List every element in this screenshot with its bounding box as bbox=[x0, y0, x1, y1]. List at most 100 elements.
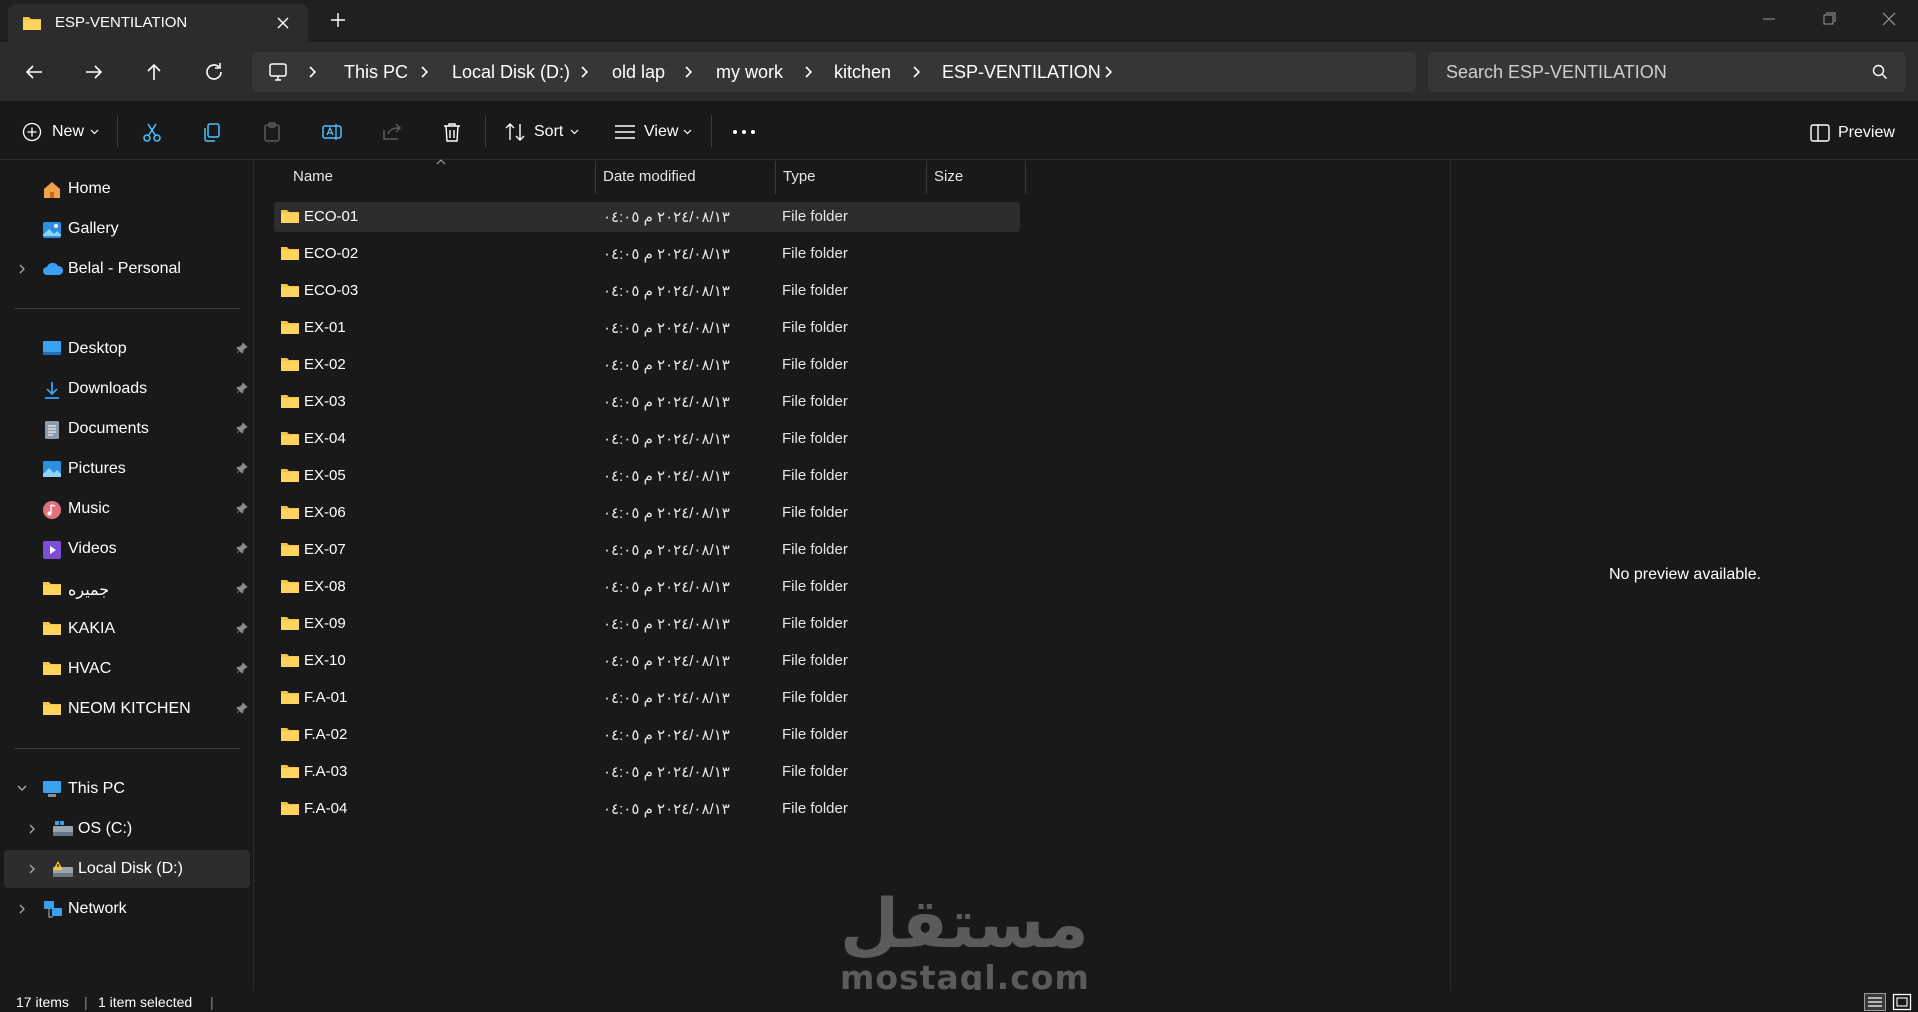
sidebar-item-onedrive[interactable]: Belal - Personal bbox=[4, 250, 250, 288]
sidebar-item-drive-d[interactable]: Local Disk (D:) bbox=[4, 850, 250, 888]
sort-button[interactable]: Sort bbox=[504, 118, 580, 148]
table-row[interactable]: EX-08 ٢٠٢٤/٠٨/١٣ م ٠٤:٠٥ File folder bbox=[274, 572, 1020, 602]
table-row[interactable]: EX-05 ٢٠٢٤/٠٨/١٣ م ٠٤:٠٥ File folder bbox=[274, 461, 1020, 491]
new-button[interactable]: New bbox=[20, 118, 102, 148]
chevron-right-icon[interactable] bbox=[18, 263, 26, 275]
back-button[interactable] bbox=[22, 60, 46, 84]
chevron-down-icon[interactable] bbox=[16, 784, 28, 792]
sidebar-item-videos[interactable]: Videos bbox=[4, 530, 250, 568]
breadcrumb-kitchen[interactable]: kitchen bbox=[834, 62, 891, 83]
table-row[interactable]: ECO-01 ٢٠٢٤/٠٨/١٣ م ٠٤:٠٥ File folder bbox=[274, 202, 1020, 232]
table-row[interactable]: EX-09 ٢٠٢٤/٠٨/١٣ م ٠٤:٠٥ File folder bbox=[274, 609, 1020, 639]
restore-button[interactable] bbox=[1814, 8, 1844, 30]
search-icon[interactable] bbox=[1872, 64, 1888, 80]
preview-pane-button[interactable]: Preview bbox=[1810, 118, 1906, 148]
sidebar-item-gallery[interactable]: Gallery bbox=[4, 210, 250, 248]
sidebar-item-music[interactable]: Music bbox=[4, 490, 250, 528]
table-row[interactable]: ECO-02 ٢٠٢٤/٠٨/١٣ م ٠٤:٠٥ File folder bbox=[274, 239, 1020, 269]
file-date-modified: ٢٠٢٤/٠٨/١٣ م ٠٤:٠٥ bbox=[603, 727, 730, 744]
address-bar[interactable]: This PC Local Disk (D:) old lap my work … bbox=[252, 52, 1416, 92]
breadcrumb-my-work[interactable]: my work bbox=[716, 62, 783, 83]
column-divider[interactable] bbox=[775, 161, 776, 194]
table-row[interactable]: F.A-04 ٢٠٢٤/٠٨/١٣ م ٠٤:٠٥ File folder bbox=[274, 794, 1020, 824]
column-header-size[interactable]: Size bbox=[934, 168, 963, 185]
table-row[interactable]: EX-02 ٢٠٢٤/٠٨/١٣ م ٠٤:٠٥ File folder bbox=[274, 350, 1020, 380]
table-row[interactable]: EX-01 ٢٠٢٤/٠٨/١٣ م ٠٤:٠٥ File folder bbox=[274, 313, 1020, 343]
more-options-icon[interactable] bbox=[732, 125, 756, 139]
new-tab-button[interactable] bbox=[330, 12, 346, 28]
table-row[interactable]: EX-03 ٢٠٢٤/٠٨/١٣ م ٠٤:٠٥ File folder bbox=[274, 387, 1020, 417]
table-row[interactable]: F.A-02 ٢٠٢٤/٠٨/١٣ م ٠٤:٠٥ File folder bbox=[274, 720, 1020, 750]
table-row[interactable]: ECO-03 ٢٠٢٤/٠٨/١٣ م ٠٤:٠٥ File folder bbox=[274, 276, 1020, 306]
pin-icon[interactable] bbox=[236, 702, 248, 714]
sidebar-item-this-pc[interactable]: This PC bbox=[4, 770, 250, 808]
chevron-right-icon[interactable] bbox=[1104, 65, 1114, 79]
pin-icon[interactable] bbox=[236, 542, 248, 554]
sidebar-item-desktop[interactable]: Desktop bbox=[4, 330, 250, 368]
file-name: EX-05 bbox=[304, 467, 346, 484]
breadcrumb-esp-ventilation[interactable]: ESP-VENTILATION bbox=[942, 62, 1101, 83]
table-row[interactable]: EX-04 ٢٠٢٤/٠٨/١٣ م ٠٤:٠٥ File folder bbox=[274, 424, 1020, 454]
column-divider[interactable] bbox=[595, 161, 596, 194]
file-date-modified: ٢٠٢٤/٠٨/١٣ م ٠٤:٠٥ bbox=[603, 653, 730, 670]
pin-icon[interactable] bbox=[236, 502, 248, 514]
pin-icon[interactable] bbox=[236, 422, 248, 434]
copy-icon[interactable] bbox=[201, 121, 223, 143]
sidebar-item-pictures[interactable]: Pictures bbox=[4, 450, 250, 488]
sidebar-item-neom-kitchen[interactable]: NEOM KITCHEN bbox=[4, 690, 250, 728]
delete-icon[interactable] bbox=[441, 121, 463, 143]
pin-icon[interactable] bbox=[236, 582, 248, 594]
breadcrumb-old-lap[interactable]: old lap bbox=[612, 62, 665, 83]
sidebar-item-drive-c[interactable]: OS (C:) bbox=[4, 810, 250, 848]
up-button[interactable] bbox=[142, 60, 166, 84]
pin-icon[interactable] bbox=[236, 622, 248, 634]
minimize-button[interactable] bbox=[1754, 8, 1784, 30]
sidebar-item-kakia[interactable]: KAKIA bbox=[4, 610, 250, 648]
sidebar-item-documents[interactable]: Documents bbox=[4, 410, 250, 448]
new-label: New bbox=[52, 123, 85, 140]
view-button[interactable]: View bbox=[614, 118, 694, 148]
pin-icon[interactable] bbox=[236, 342, 248, 354]
close-window-button[interactable] bbox=[1874, 8, 1904, 30]
tiles-view-icon[interactable] bbox=[1892, 993, 1912, 1011]
chevron-right-icon[interactable] bbox=[28, 863, 36, 875]
sidebar-item-label: Documents bbox=[68, 420, 149, 437]
rename-icon[interactable] bbox=[321, 121, 343, 143]
share-icon[interactable] bbox=[381, 121, 403, 143]
search-input[interactable]: Search ESP-VENTILATION bbox=[1446, 62, 1667, 83]
breadcrumb-this-pc[interactable]: This PC bbox=[344, 62, 408, 83]
table-row[interactable]: EX-07 ٢٠٢٤/٠٨/١٣ م ٠٤:٠٥ File folder bbox=[274, 535, 1020, 565]
cut-icon[interactable] bbox=[141, 121, 163, 143]
file-type: File folder bbox=[782, 245, 848, 262]
sidebar-item-hvac[interactable]: HVAC bbox=[4, 650, 250, 688]
pin-icon[interactable] bbox=[236, 662, 248, 674]
breadcrumb-local-disk[interactable]: Local Disk (D:) bbox=[452, 62, 570, 83]
folder-icon bbox=[280, 393, 300, 409]
sidebar-item-downloads[interactable]: Downloads bbox=[4, 370, 250, 408]
tab-active[interactable]: ESP-VENTILATION bbox=[8, 4, 308, 42]
refresh-button[interactable] bbox=[202, 60, 226, 84]
command-bar bbox=[0, 101, 1918, 160]
column-header-name[interactable]: Name bbox=[293, 168, 333, 185]
close-tab-icon[interactable] bbox=[276, 16, 290, 30]
table-row[interactable]: F.A-03 ٢٠٢٤/٠٨/١٣ م ٠٤:٠٥ File folder bbox=[274, 757, 1020, 787]
sidebar-item-network[interactable]: Network bbox=[4, 890, 250, 928]
chevron-right-icon[interactable] bbox=[18, 903, 26, 915]
details-view-icon[interactable] bbox=[1864, 993, 1886, 1011]
folder-icon bbox=[280, 208, 300, 224]
paste-icon[interactable] bbox=[261, 121, 283, 143]
pin-icon[interactable] bbox=[236, 462, 248, 474]
column-header-date[interactable]: Date modified bbox=[603, 168, 696, 185]
sidebar-item-home[interactable]: Home bbox=[4, 170, 250, 208]
pin-icon[interactable] bbox=[236, 382, 248, 394]
table-row[interactable]: EX-10 ٢٠٢٤/٠٨/١٣ م ٠٤:٠٥ File folder bbox=[274, 646, 1020, 676]
forward-button[interactable] bbox=[82, 60, 106, 84]
chevron-right-icon[interactable] bbox=[28, 823, 36, 835]
sidebar-item-folder[interactable]: جميره bbox=[4, 570, 250, 608]
column-divider[interactable] bbox=[1025, 161, 1026, 194]
search-box[interactable]: Search ESP-VENTILATION bbox=[1428, 52, 1906, 92]
table-row[interactable]: F.A-01 ٢٠٢٤/٠٨/١٣ م ٠٤:٠٥ File folder bbox=[274, 683, 1020, 713]
column-header-type[interactable]: Type bbox=[783, 168, 816, 185]
column-divider[interactable] bbox=[926, 161, 927, 194]
table-row[interactable]: EX-06 ٢٠٢٤/٠٨/١٣ م ٠٤:٠٥ File folder bbox=[274, 498, 1020, 528]
